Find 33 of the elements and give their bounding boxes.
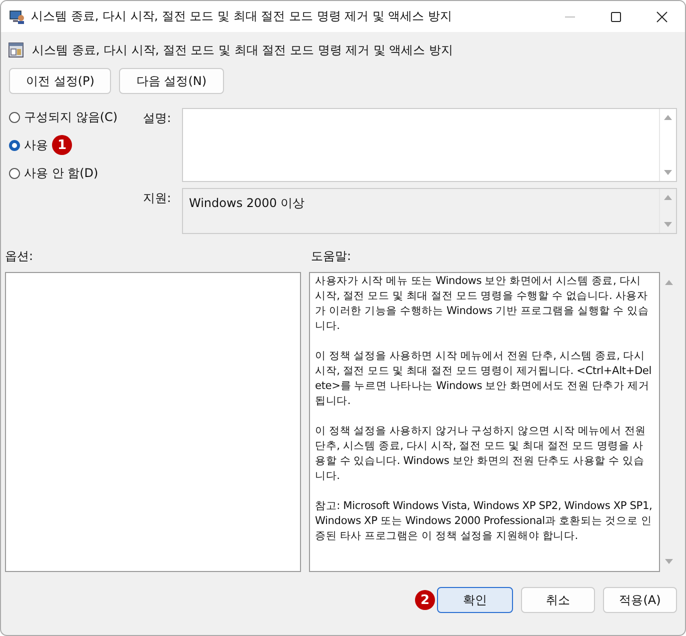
- help-paragraph: 이 정책 설정을 사용하면 시작 메뉴에서 전원 단추, 시스템 종료, 다시 시작, 절전 모드 및 최대 절전 모드 명령이 제거됩니다. <Ctrl+Alt+Delete>를 누르면 나타나는 Windows 보안 화면에서도 전원 단추가 제거됩니다.: [315, 349, 652, 409]
- scroll-down-icon[interactable]: [664, 170, 672, 175]
- window-title: 시스템 종료, 다시 시작, 절전 모드 및 최대 절전 모드 명령 제거 및 액세스 방지: [31, 8, 454, 25]
- radio-label[interactable]: 구성되지 않음(C): [24, 108, 118, 126]
- comment-label: 설명:: [143, 110, 172, 127]
- nav-button[interactable]: 다음 설정(N): [119, 68, 224, 94]
- scroll-up-icon[interactable]: [664, 280, 672, 285]
- help-paragraph: 참고: Microsoft Windows Vista, Windows XP SP2, Windows XP SP1, Windows XP 또는 Windows 2000 Professional과 호환되는 것으로 인증된 타사 프로그램은 이 정책 설정을 지원해야 합니다.: [315, 499, 654, 544]
- help-paragraph: 이 정책 설정을 사용하지 않거나 구성하지 않으면 시작 메뉴에서 전원 단추, 시스템 종료, 다시 시작, 절전 모드 및 최대 절전 모드 명령을 사용할 수 있습니다. Windows 보안 화면의 전원 단추도 사용할 수 있습니다.: [315, 424, 647, 484]
- step-badge: 1: [52, 135, 72, 155]
- step-badge: 2: [415, 590, 435, 610]
- scroll-up-icon[interactable]: [664, 195, 672, 200]
- scroll-down-icon[interactable]: [664, 222, 672, 227]
- supported-label: 지원:: [143, 190, 172, 207]
- scroll-up-icon[interactable]: [664, 115, 672, 120]
- radio-button[interactable]: [9, 168, 20, 178]
- computer-icon: [9, 8, 25, 24]
- policy-title: 시스템 종료, 다시 시작, 절전 모드 및 최대 절전 모드 명령 제거 및 액세스 방지: [32, 42, 454, 58]
- radio-button[interactable]: [9, 112, 20, 122]
- supported-value: Windows 2000 이상: [189, 195, 305, 212]
- dialog-button[interactable]: 적용(A): [603, 587, 677, 613]
- policy-icon: [8, 42, 24, 58]
- nav-button[interactable]: 이전 설정(P): [9, 68, 112, 94]
- dialog-button[interactable]: 취소: [521, 587, 595, 613]
- radio-button[interactable]: [9, 140, 20, 150]
- dialog-button[interactable]: 확인: [437, 587, 513, 613]
- help-label: 도움말:: [311, 248, 352, 265]
- comment-field[interactable]: [182, 108, 677, 182]
- radio-label[interactable]: 사용: [24, 136, 48, 154]
- help-paragraph: 사용자가 시작 메뉴 또는 Windows 보안 화면에서 시스템 종료, 다시 시작, 절전 모드 및 최대 절전 모드 명령을 수행할 수 없습니다. 사용자가 이러한 기능을 수행하는 Windows 기반 프로그램을 실행할 수 있습니다.: [315, 274, 650, 334]
- options-label: 옵션:: [5, 248, 34, 265]
- scroll-down-icon[interactable]: [664, 559, 672, 564]
- radio-label[interactable]: 사용 안 함(D): [24, 164, 98, 182]
